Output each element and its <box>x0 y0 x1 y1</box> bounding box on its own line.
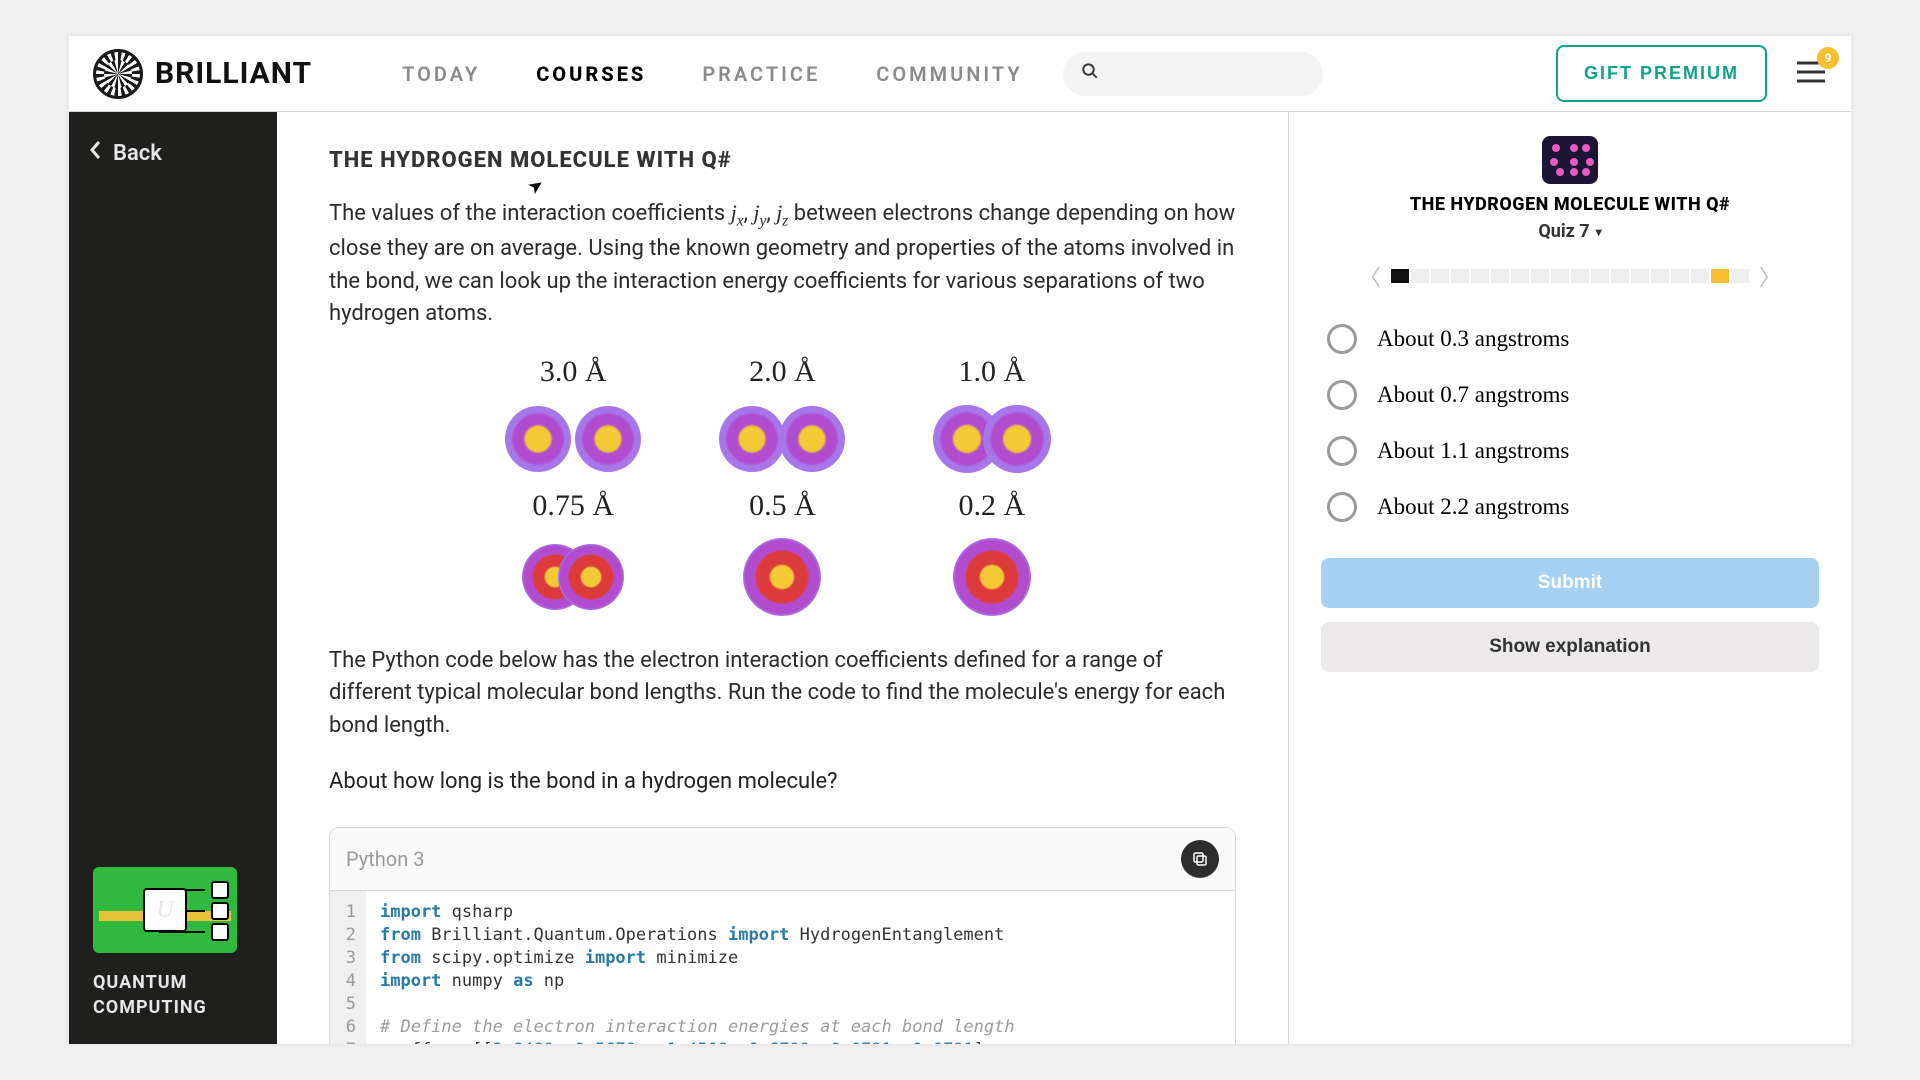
mol-label-02: 0.2 Å <box>901 489 1082 523</box>
brand-logo-icon <box>93 49 143 99</box>
course-card[interactable]: U QUANTUM COMPUTING <box>69 843 277 1044</box>
lesson-question: About how long is the bond in a hydrogen… <box>329 766 1236 799</box>
mol-30 <box>483 403 664 475</box>
top-nav: BRILLIANT TODAY COURSES PRACTICE COMMUNI… <box>69 36 1851 112</box>
answer-choice-3[interactable]: About 2.2 angstroms <box>1327 492 1819 522</box>
code-block: Python 3 1234567 import qsharp from Bril… <box>329 827 1236 1044</box>
progress-seg[interactable] <box>1551 269 1569 283</box>
progress-seg[interactable] <box>1671 269 1689 283</box>
mol-label-10: 1.0 Å <box>901 355 1082 389</box>
back-button[interactable]: Back <box>69 112 277 194</box>
progress-seg[interactable] <box>1471 269 1489 283</box>
radio-icon <box>1327 324 1357 354</box>
answer-choice-0[interactable]: About 0.3 angstroms <box>1327 324 1819 354</box>
progress-seg[interactable] <box>1711 269 1729 283</box>
chevron-left-icon <box>89 140 103 166</box>
lesson-paragraph-2: The Python code below has the electron i… <box>329 645 1236 743</box>
sidebar: Back U QUANTUM COMPUTING <box>69 112 277 1044</box>
lesson-title: THE HYDROGEN MOLECULE WITH Q# <box>329 148 1236 173</box>
panel-title: THE HYDROGEN MOLECULE WITH Q# <box>1321 194 1819 215</box>
code-lines[interactable]: import qsharp from Brilliant.Quantum.Ope… <box>366 891 1029 1044</box>
mol-075 <box>483 537 664 617</box>
mol-20 <box>692 403 873 475</box>
code-gutter: 1234567 <box>330 891 366 1044</box>
progress-seg[interactable] <box>1731 269 1749 283</box>
submit-button[interactable]: Submit <box>1321 558 1819 608</box>
copy-code-button[interactable] <box>1181 840 1219 878</box>
radio-icon <box>1327 436 1357 466</box>
progress-seg[interactable] <box>1691 269 1709 283</box>
nav-community[interactable]: COMMUNITY <box>876 62 1022 86</box>
course-thumb-icon: U <box>93 867 237 953</box>
answer-choice-1[interactable]: About 0.7 angstroms <box>1327 380 1819 410</box>
code-lang-label: Python 3 <box>346 847 424 871</box>
progress-seg[interactable] <box>1531 269 1549 283</box>
brand-name: BRILLIANT <box>155 56 312 91</box>
nav-practice[interactable]: PRACTICE <box>702 62 820 86</box>
lesson-body: THE HYDROGEN MOLECULE WITH Q# The values… <box>277 112 1289 1044</box>
course-title: QUANTUM COMPUTING <box>93 971 253 1020</box>
quiz-selector[interactable]: Quiz 7▾ <box>1321 221 1819 242</box>
answer-choice-2[interactable]: About 1.1 angstroms <box>1327 436 1819 466</box>
quiz-panel: THE HYDROGEN MOLECULE WITH Q# Quiz 7▾ 〈 … <box>1289 112 1851 1044</box>
radio-icon <box>1327 492 1357 522</box>
caret-down-icon: ▾ <box>1590 225 1602 239</box>
nav-links: TODAY COURSES PRACTICE COMMUNITY <box>402 62 1023 86</box>
mol-label-075: 0.75 Å <box>483 489 664 523</box>
progress-seg[interactable] <box>1611 269 1629 283</box>
answer-choices: About 0.3 angstroms About 0.7 angstroms Ab… <box>1321 324 1819 522</box>
search-icon <box>1081 62 1099 85</box>
progress-seg[interactable] <box>1591 269 1609 283</box>
back-label: Back <box>113 141 162 166</box>
progress-seg[interactable] <box>1571 269 1589 283</box>
mol-02 <box>901 537 1082 617</box>
mol-05 <box>692 537 873 617</box>
show-explanation-button[interactable]: Show explanation <box>1321 622 1819 672</box>
progress-seg[interactable] <box>1391 269 1409 283</box>
radio-icon <box>1327 380 1357 410</box>
nav-courses[interactable]: COURSES <box>536 62 646 86</box>
mol-label-20: 2.0 Å <box>692 355 873 389</box>
mol-label-30: 3.0 Å <box>483 355 664 389</box>
mol-10 <box>901 403 1082 475</box>
quiz-progress: 〈 〉 <box>1321 260 1819 292</box>
quiz-next-button[interactable]: 〉 <box>1753 260 1787 292</box>
choice-label: About 0.3 angstroms <box>1377 326 1569 352</box>
progress-seg[interactable] <box>1491 269 1509 283</box>
progress-seg[interactable] <box>1451 269 1469 283</box>
lesson-paragraph-1: The values of the interaction coefficien… <box>329 197 1236 331</box>
molecule-diagram: 3.0 Å 2.0 Å 1.0 Å <box>483 355 1083 617</box>
progress-seg[interactable] <box>1411 269 1429 283</box>
choice-label: About 1.1 angstroms <box>1377 438 1569 464</box>
progress-seg[interactable] <box>1511 269 1529 283</box>
menu-button[interactable]: 9 <box>1795 59 1827 89</box>
quiz-prev-button[interactable]: 〈 <box>1353 260 1387 292</box>
progress-seg[interactable] <box>1631 269 1649 283</box>
progress-seg[interactable] <box>1431 269 1449 283</box>
unitary-box: U <box>143 888 187 932</box>
notification-badge: 9 <box>1817 47 1839 69</box>
mol-label-05: 0.5 Å <box>692 489 873 523</box>
choice-label: About 2.2 angstroms <box>1377 494 1569 520</box>
choice-label: About 0.7 angstroms <box>1377 382 1569 408</box>
quiz-thumb-icon <box>1542 136 1598 184</box>
progress-seg[interactable] <box>1651 269 1669 283</box>
nav-today[interactable]: TODAY <box>402 62 480 86</box>
brand[interactable]: BRILLIANT <box>93 49 312 99</box>
gift-premium-button[interactable]: GIFT PREMIUM <box>1556 45 1767 102</box>
search-input[interactable] <box>1063 52 1323 96</box>
